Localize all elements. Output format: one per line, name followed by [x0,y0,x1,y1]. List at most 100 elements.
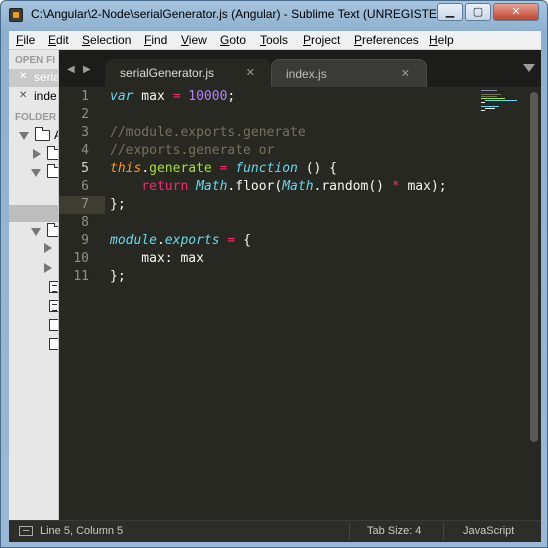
token-operator: * [391,179,400,194]
token-identifier: module [110,233,157,248]
minimap-line [481,94,501,95]
tab-serialgenerator[interactable]: serialGenerator.js ✕ [105,59,271,87]
close-tab-icon[interactable]: ✕ [246,66,255,79]
code-editor[interactable]: var max = 10000; //module.exports.genera… [110,87,520,520]
token-call: .floor( [227,179,283,194]
minimap-line [481,98,505,99]
menu-view[interactable]: View [181,33,207,47]
folder-open-icon [35,127,50,141]
line-number: 2 [81,107,89,122]
minimap-line [481,96,497,97]
token-punct: () { [297,161,338,176]
title-bar[interactable]: C:\Angular\2-Node\serialGenerator.js (An… [1,1,547,29]
menu-preferences[interactable]: Preferences [354,33,419,47]
code-line-9: module.exports = { [110,232,251,250]
token-punct: . [156,233,165,248]
token-function-name: generate [149,161,212,176]
next-tab-arrow-icon[interactable]: ▶ [83,64,91,75]
minimap-line [481,106,499,107]
scrollbar-thumb[interactable] [530,92,538,442]
maximize-button[interactable]: ▢ [465,3,491,21]
line-number: 8 [81,215,89,230]
tab-size-selector[interactable]: Tab Size: 4 [367,525,421,537]
js-file-icon[interactable] [49,281,58,293]
menu-goto[interactable]: Goto [220,33,246,47]
menu-bar: File Edit Selection Find View Goto Tools… [9,31,541,50]
tab-bar: ◀ ▶ serialGenerator.js ✕ index.js ✕ [59,50,541,87]
token-punct: ; [227,89,236,104]
open-file-item[interactable]: ✕ inde [9,88,58,106]
menu-tools[interactable]: Tools [260,33,288,47]
token-call: .random() [313,179,392,194]
folder-open-icon [47,223,58,237]
token-punct: . [141,161,150,176]
minimap[interactable] [477,87,527,127]
menu-selection[interactable]: Selection [82,33,131,47]
minimap-line [485,108,495,109]
tab-index[interactable]: index.js ✕ [271,59,427,87]
status-divider [443,523,444,540]
expand-arrow-icon[interactable] [31,228,41,236]
syntax-selector[interactable]: JavaScript [463,525,514,537]
line-number: 9 [81,233,89,248]
sidebar-scrollbar[interactable] [9,205,58,222]
toggle-panel-icon[interactable] [19,526,33,536]
status-divider [349,523,350,540]
open-file-label: inde [34,89,57,103]
line-number: 11 [73,269,89,284]
code-line-7: }; [110,197,126,212]
close-file-icon[interactable]: ✕ [19,90,27,101]
menu-file[interactable]: File [16,33,35,47]
menu-project[interactable]: Project [303,33,340,47]
js-file-icon[interactable] [49,300,58,312]
line-number-gutter: 1 2 3 4 5 6 7 8 9 10 11 [59,87,105,520]
token-class: Math [282,179,314,194]
close-window-button[interactable]: ✕ [493,3,539,21]
token-punct: { [243,233,251,248]
file-icon[interactable] [49,338,58,350]
code-line-10: max: max [110,251,204,266]
tab-label: serialGenerator.js [120,66,215,80]
prev-tab-arrow-icon[interactable]: ◀ [67,64,75,75]
sidebar: OPEN FI ✕ serial ✕ inde FOLDER A [9,50,59,520]
minimize-button[interactable]: ▁ [437,3,463,21]
menu-help[interactable]: Help [429,33,454,47]
line-number: 10 [73,251,89,266]
collapsed-arrow-icon[interactable] [44,243,52,253]
menu-edit[interactable]: Edit [48,33,69,47]
line-number: 3 [81,125,89,140]
sublime-app-icon [9,8,23,22]
open-file-label: serial [34,70,58,84]
folder-open-icon [47,164,58,178]
editor-scrollbar[interactable] [527,87,541,520]
tab-list-dropdown-icon[interactable] [523,64,535,72]
token-identifier: exports [164,233,220,248]
menu-find[interactable]: Find [144,33,167,47]
code-line-1: var max = 10000; [110,88,235,106]
expand-arrow-icon[interactable] [19,132,29,140]
token-operator: = [219,233,244,248]
line-number: 1 [81,89,89,104]
token-keyword: return [141,179,189,194]
open-files-heading: OPEN FI [15,55,56,66]
token-class: Math [196,179,228,194]
file-icon[interactable] [49,319,58,331]
window-title: C:\Angular\2-Node\serialGenerator.js (An… [31,7,447,21]
line-number: 4 [81,143,89,158]
token-number: 10000 [180,89,228,104]
expand-arrow-icon[interactable] [31,169,41,177]
code-line-6: return Math.floor(Math.random() * max); [110,178,447,196]
collapsed-arrow-icon[interactable] [44,263,52,273]
open-file-item[interactable]: ✕ serial [9,69,58,87]
token-keyword: function [235,161,298,176]
code-line-5: this.generate = function () { [110,160,337,178]
code-line-4: //exports.generate or [110,143,275,158]
close-tab-icon[interactable]: ✕ [401,67,410,80]
token-punct: max); [399,179,447,194]
line-number: 5 [81,161,89,176]
minimap-line [481,90,497,91]
collapsed-arrow-icon[interactable] [33,149,41,159]
close-file-icon[interactable]: ✕ [19,71,27,82]
